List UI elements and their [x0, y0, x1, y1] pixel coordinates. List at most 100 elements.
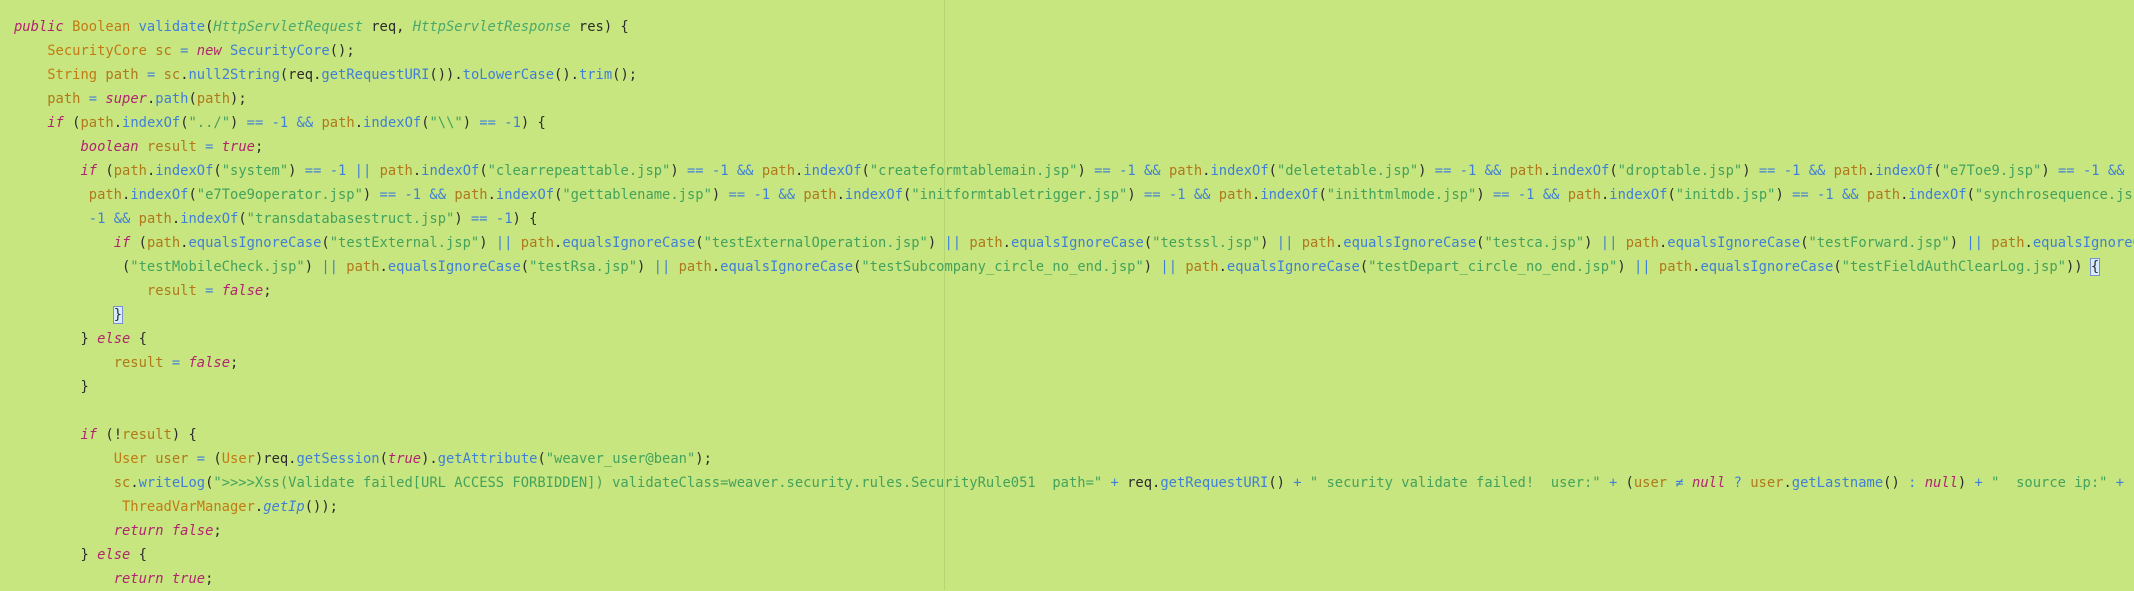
code-line[interactable]: ("testMobileCheck.jsp") || path.equalsIg…	[14, 255, 2101, 279]
code-line[interactable]: User user = (User)req.getSession(true).g…	[14, 447, 712, 471]
code-token: toLowerCase	[462, 67, 555, 83]
code-token: indexOf	[363, 115, 422, 131]
code-token: res) {	[570, 19, 629, 35]
code-token: &&	[736, 163, 754, 179]
code-token: "testca.jsp"	[1484, 235, 1585, 251]
code-token: ==	[470, 211, 488, 227]
code-token: ==	[1492, 187, 1510, 203]
code-token: equalsIgnoreCase	[1343, 235, 1477, 251]
code-token: if	[47, 115, 64, 131]
code-token: indexOf	[155, 163, 214, 179]
code-token: .	[113, 115, 123, 131]
code-token: "createformtablemain.jsp"	[869, 163, 1078, 179]
code-line[interactable]: boolean result = true;	[14, 135, 263, 159]
code-token: path	[761, 163, 796, 179]
code-token: boolean	[80, 139, 139, 155]
code-token: ==	[1094, 163, 1111, 179]
matched-brace-highlight: }	[112, 306, 124, 324]
code-line[interactable]: sc.writeLog(">>>>Xss(Validate failed[URL…	[14, 471, 2124, 495]
code-token: "transdatabasestruct.jsp"	[246, 211, 455, 227]
code-line[interactable]: String path = sc.null2String(req.getRequ…	[14, 63, 637, 87]
code-line[interactable]: result = false;	[14, 279, 272, 303]
code-token: indexOf	[803, 163, 862, 179]
code-line[interactable]: } else {	[14, 327, 147, 351]
code-token: (	[130, 235, 147, 251]
code-line[interactable]: path = super.path(path);	[14, 87, 247, 111]
code-line[interactable]: }	[14, 303, 124, 327]
code-token: )	[304, 259, 322, 275]
code-token: )	[1775, 187, 1793, 203]
code-line[interactable]: if (path.indexOf("system") == -1 || path…	[14, 159, 2124, 183]
code-token: (	[421, 115, 430, 131]
code-token: trim	[578, 67, 613, 83]
code-token: path	[80, 115, 114, 131]
code-token: new	[196, 43, 222, 59]
code-line[interactable]: return true;	[14, 567, 214, 591]
code-token: .	[1002, 235, 1011, 251]
code-token: (	[188, 187, 197, 203]
code-token: =	[88, 91, 98, 107]
code-line[interactable]: if (path.equalsIgnoreCase("testExternal.…	[14, 231, 2134, 255]
code-token: (	[1318, 187, 1327, 203]
code-token: indexOf	[122, 115, 181, 131]
code-token: (	[1609, 163, 1618, 179]
code-token: path	[1185, 259, 1219, 275]
code-token: +	[1110, 475, 1119, 491]
code-line[interactable]: SecurityCore sc = new SecurityCore();	[14, 39, 354, 63]
code-token: path	[969, 235, 1003, 251]
code-token: )	[1143, 259, 1161, 275]
code-line[interactable]: result = false;	[14, 351, 239, 375]
code-editor[interactable]: public Boolean validate (HttpServletReque…	[0, 0, 2134, 590]
code-token: null	[1924, 475, 1958, 491]
code-token: );	[230, 91, 247, 107]
code-line[interactable]: }	[14, 375, 88, 399]
code-line[interactable]: } else {	[14, 543, 147, 567]
code-token: ||	[1160, 259, 1178, 275]
code-token: path	[155, 91, 189, 107]
code-token: "testExternalOperation.jsp"	[703, 235, 928, 251]
code-token: "initdb.jsp"	[1675, 187, 1776, 203]
code-token: indexOf	[130, 187, 189, 203]
code-token: .	[379, 259, 388, 275]
code-line[interactable]: -1 && path.indexOf("transdatabasestruct.…	[14, 207, 538, 231]
code-token: getRequestURI	[321, 67, 430, 83]
code-token: ==	[379, 187, 397, 203]
code-token: "testRsa.jsp"	[529, 259, 638, 275]
code-token: +	[2115, 475, 2125, 491]
code-token: -1	[88, 211, 106, 227]
code-line[interactable]: path.indexOf("e7Toe9operator.jsp") == -1…	[14, 183, 2134, 207]
code-token: path	[1567, 187, 1601, 203]
code-token: indexOf	[1609, 187, 1668, 203]
code-token: indexOf	[1210, 163, 1269, 179]
code-token: )	[1584, 235, 1601, 251]
code-token: path	[1866, 187, 1901, 203]
code-line[interactable]: ThreadVarManager.getIp());	[14, 495, 338, 519]
code-token: ||	[944, 235, 962, 251]
code-line[interactable]: public Boolean validate(HttpServletReque…	[14, 15, 629, 39]
code-token: (	[1833, 259, 1842, 275]
code-token: ());	[304, 499, 338, 515]
code-token: (	[479, 163, 488, 179]
code-token: true	[387, 451, 422, 467]
code-token: &&	[296, 115, 314, 131]
code-token: .	[354, 115, 364, 131]
code-token: ==	[1143, 187, 1161, 203]
code-token: ≠	[1675, 475, 1684, 491]
code-token: "deletetable.jsp"	[1276, 163, 1419, 179]
code-line[interactable]: return false;	[14, 519, 222, 543]
code-line[interactable]: if (!result) {	[14, 423, 196, 447]
code-line[interactable]: if (path.indexOf("../") == -1 && path.in…	[14, 111, 546, 135]
